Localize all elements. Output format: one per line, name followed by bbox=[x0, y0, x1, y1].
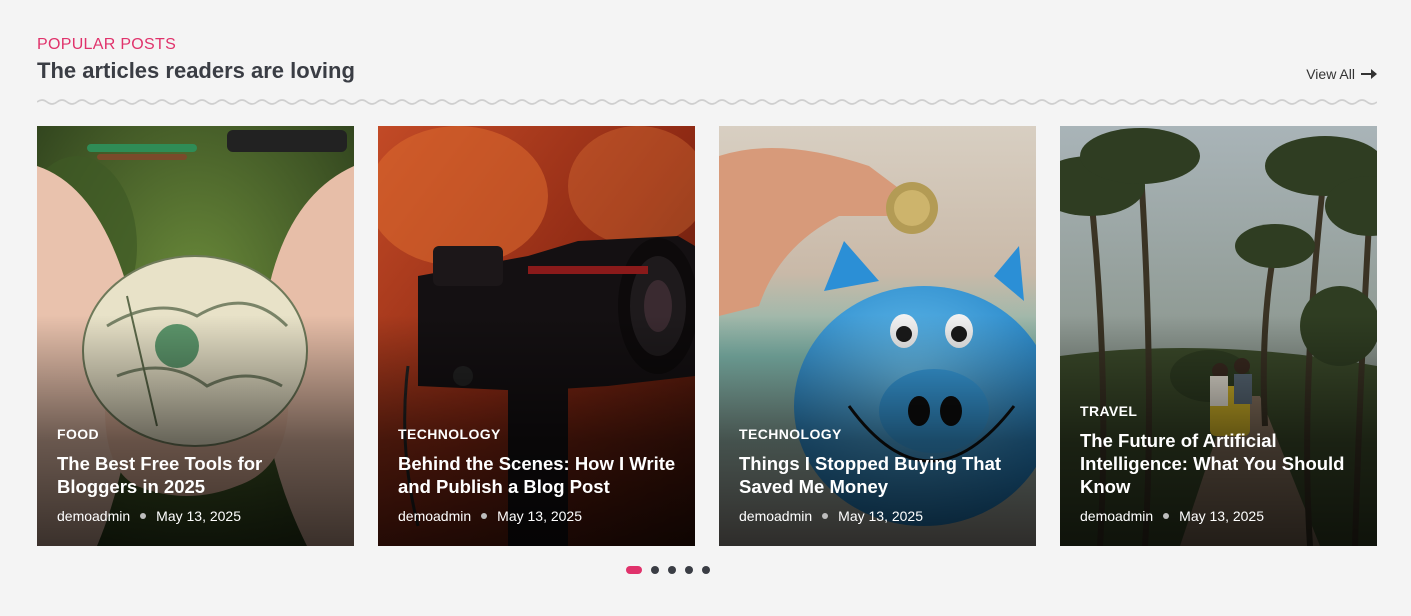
pagination-dot[interactable] bbox=[685, 566, 693, 574]
pagination-dot[interactable] bbox=[651, 566, 659, 574]
section-eyebrow: POPULAR POSTS bbox=[37, 36, 177, 53]
post-card[interactable]: TECHNOLOGY Behind the Scenes: How I Writ… bbox=[378, 126, 695, 546]
post-carousel: FOOD The Best Free Tools for Bloggers in… bbox=[37, 126, 1377, 546]
pagination-dot-active[interactable] bbox=[626, 566, 642, 574]
pagination-dot[interactable] bbox=[702, 566, 710, 574]
separator-dot-icon bbox=[481, 513, 488, 519]
popular-posts-section: POPULAR POSTS The articles readers are l… bbox=[37, 0, 1377, 616]
post-title[interactable]: Behind the Scenes: How I Write and Publi… bbox=[398, 452, 679, 498]
post-author[interactable]: demoadmin bbox=[739, 508, 812, 524]
post-category[interactable]: TECHNOLOGY bbox=[398, 426, 679, 442]
post-byline: demoadmin May 13, 2025 bbox=[57, 508, 338, 524]
separator-dot-icon bbox=[1163, 513, 1170, 519]
post-byline: demoadmin May 13, 2025 bbox=[1080, 508, 1361, 524]
pagination-dot[interactable] bbox=[668, 566, 676, 574]
post-card[interactable]: TRAVEL The Future of Artificial Intellig… bbox=[1060, 126, 1377, 546]
separator-dot-icon bbox=[140, 513, 147, 519]
post-title[interactable]: Things I Stopped Buying That Saved Me Mo… bbox=[739, 452, 1020, 498]
post-date: May 13, 2025 bbox=[1179, 508, 1264, 524]
post-author[interactable]: demoadmin bbox=[398, 508, 471, 524]
post-category[interactable]: FOOD bbox=[57, 426, 338, 442]
separator-dot-icon bbox=[822, 513, 829, 519]
post-date: May 13, 2025 bbox=[156, 508, 241, 524]
post-author[interactable]: demoadmin bbox=[1080, 508, 1153, 524]
wavy-divider bbox=[37, 99, 1377, 105]
view-all-link[interactable]: View All bbox=[1306, 66, 1377, 82]
post-byline: demoadmin May 13, 2025 bbox=[398, 508, 679, 524]
post-title[interactable]: The Future of Artificial Intelligence: W… bbox=[1080, 429, 1361, 498]
post-card[interactable]: TECHNOLOGY Things I Stopped Buying That … bbox=[719, 126, 1036, 546]
post-author[interactable]: demoadmin bbox=[57, 508, 130, 524]
arrow-right-icon bbox=[1361, 69, 1377, 79]
post-category[interactable]: TECHNOLOGY bbox=[739, 426, 1020, 442]
post-title[interactable]: The Best Free Tools for Bloggers in 2025 bbox=[57, 452, 338, 498]
carousel-pagination bbox=[626, 566, 710, 574]
post-category[interactable]: TRAVEL bbox=[1080, 403, 1361, 419]
post-card[interactable]: FOOD The Best Free Tools for Bloggers in… bbox=[37, 126, 354, 546]
view-all-label: View All bbox=[1306, 66, 1355, 82]
post-date: May 13, 2025 bbox=[838, 508, 923, 524]
post-byline: demoadmin May 13, 2025 bbox=[739, 508, 1020, 524]
section-title: The articles readers are loving bbox=[37, 58, 355, 83]
post-date: May 13, 2025 bbox=[497, 508, 582, 524]
